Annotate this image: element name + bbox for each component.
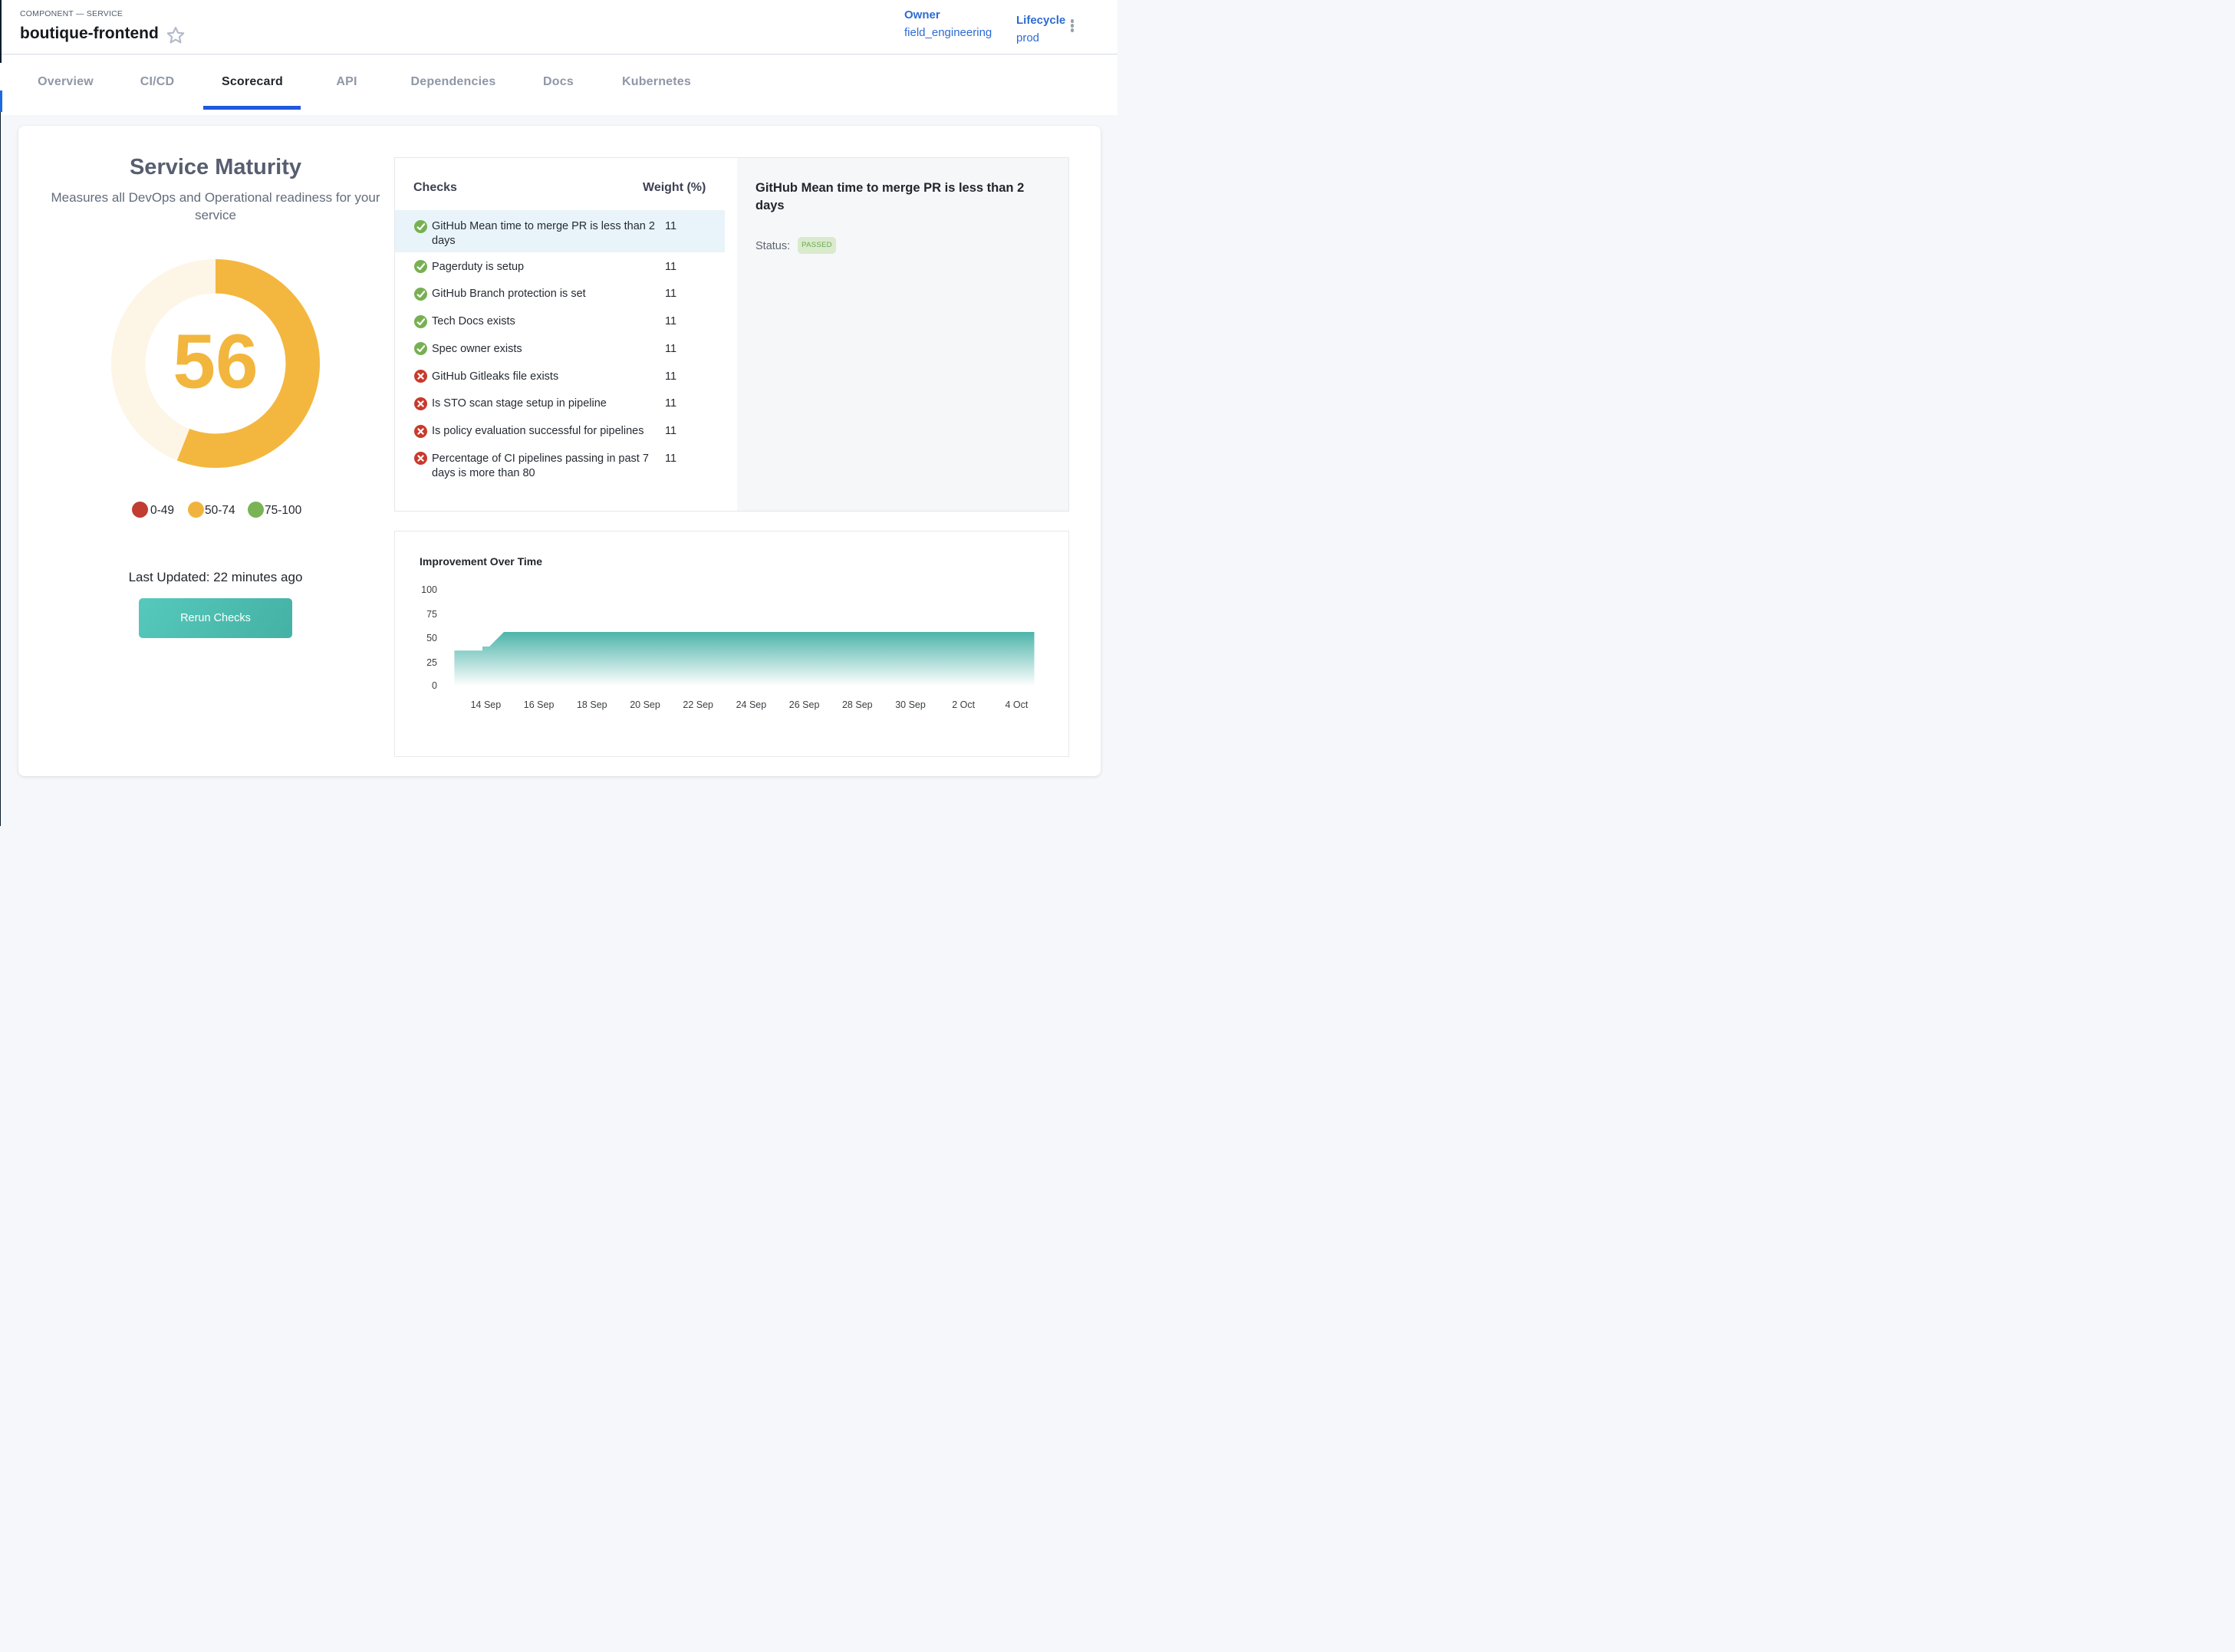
svg-text:56: 56 (173, 319, 258, 405)
